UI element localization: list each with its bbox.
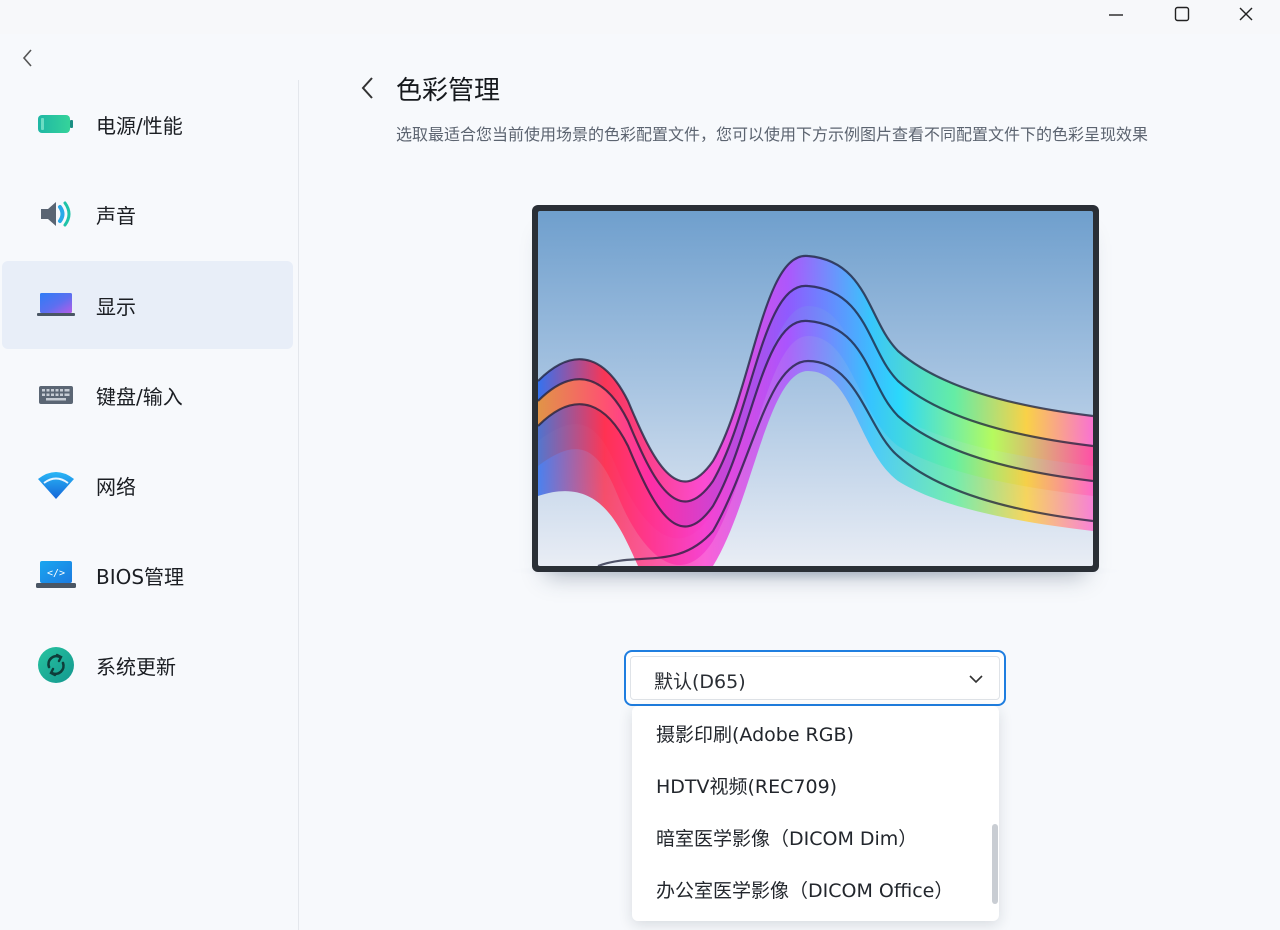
minimize-button[interactable] <box>1084 0 1148 28</box>
sidebar-item-network[interactable]: 网络 <box>2 441 293 529</box>
sidebar-item-label: 电源/性能 <box>96 113 183 138</box>
page-title: 色彩管理 <box>396 76 501 106</box>
sidebar: 电源/性能 声音 显示 键盘/输入 网络 </> BIOS管理 系统更新 <box>0 80 298 930</box>
dropdown-option-adobe-rgb[interactable]: 摄影印刷(Adobe RGB) <box>656 720 854 747</box>
monitor-preview <box>532 205 1099 572</box>
refresh-icon <box>34 643 78 687</box>
minimize-icon <box>1109 14 1123 16</box>
dropdown-option-dicom-office[interactable]: 办公室医学影像（DICOM Office） <box>656 876 953 903</box>
dropdown-scrollbar[interactable] <box>992 824 998 904</box>
close-icon <box>1239 7 1253 21</box>
sidebar-item-display[interactable]: 显示 <box>2 261 293 349</box>
color-profile-dropdown: 摄影印刷(Adobe RGB) HDTV视频(REC709) 暗室医学影像（DI… <box>632 706 999 921</box>
keyboard-icon <box>34 373 78 417</box>
maximize-button[interactable] <box>1150 0 1214 28</box>
sidebar-item-label: 声音 <box>96 203 136 228</box>
sidebar-item-label: 系统更新 <box>96 654 176 679</box>
maximize-icon <box>1174 6 1190 22</box>
bios-code-icon: </> <box>34 553 78 597</box>
svg-text:</>: </> <box>47 568 65 579</box>
monitor-preview-image <box>538 211 1093 566</box>
monitor-icon <box>34 283 78 327</box>
sidebar-item-power[interactable]: 电源/性能 <box>2 80 293 168</box>
sidebar-item-label: 网络 <box>96 474 136 499</box>
sidebar-item-keyboard[interactable]: 键盘/输入 <box>2 351 293 439</box>
chevron-left-icon <box>361 77 373 99</box>
back-button[interactable] <box>354 74 382 102</box>
page-description: 选取最适合您当前使用场景的色彩配置文件，您可以使用下方示例图片查看不同配置文件下… <box>396 125 1149 144</box>
title-bar <box>0 0 1280 34</box>
dropdown-option-rec709[interactable]: HDTV视频(REC709) <box>656 772 837 799</box>
battery-icon <box>34 102 78 146</box>
wifi-icon <box>34 463 78 507</box>
color-profile-select[interactable]: 默认(D65) <box>624 650 1006 706</box>
sidebar-divider <box>298 80 299 930</box>
sidebar-item-label: BIOS管理 <box>96 564 185 589</box>
chevron-left-icon <box>22 49 32 67</box>
chevron-down-icon <box>966 669 986 689</box>
sidebar-item-label: 显示 <box>96 294 136 319</box>
speaker-icon <box>34 192 78 236</box>
app-back-button[interactable] <box>14 44 42 72</box>
sidebar-item-label: 键盘/输入 <box>96 384 183 409</box>
sidebar-item-bios[interactable]: </> BIOS管理 <box>2 531 293 619</box>
dropdown-option-dicom-dim[interactable]: 暗室医学影像（DICOM Dim） <box>656 824 917 851</box>
sidebar-item-update[interactable]: 系统更新 <box>2 621 293 709</box>
select-value: 默认(D65) <box>654 671 746 693</box>
sidebar-item-sound[interactable]: 声音 <box>2 170 293 258</box>
close-button[interactable] <box>1214 0 1278 28</box>
